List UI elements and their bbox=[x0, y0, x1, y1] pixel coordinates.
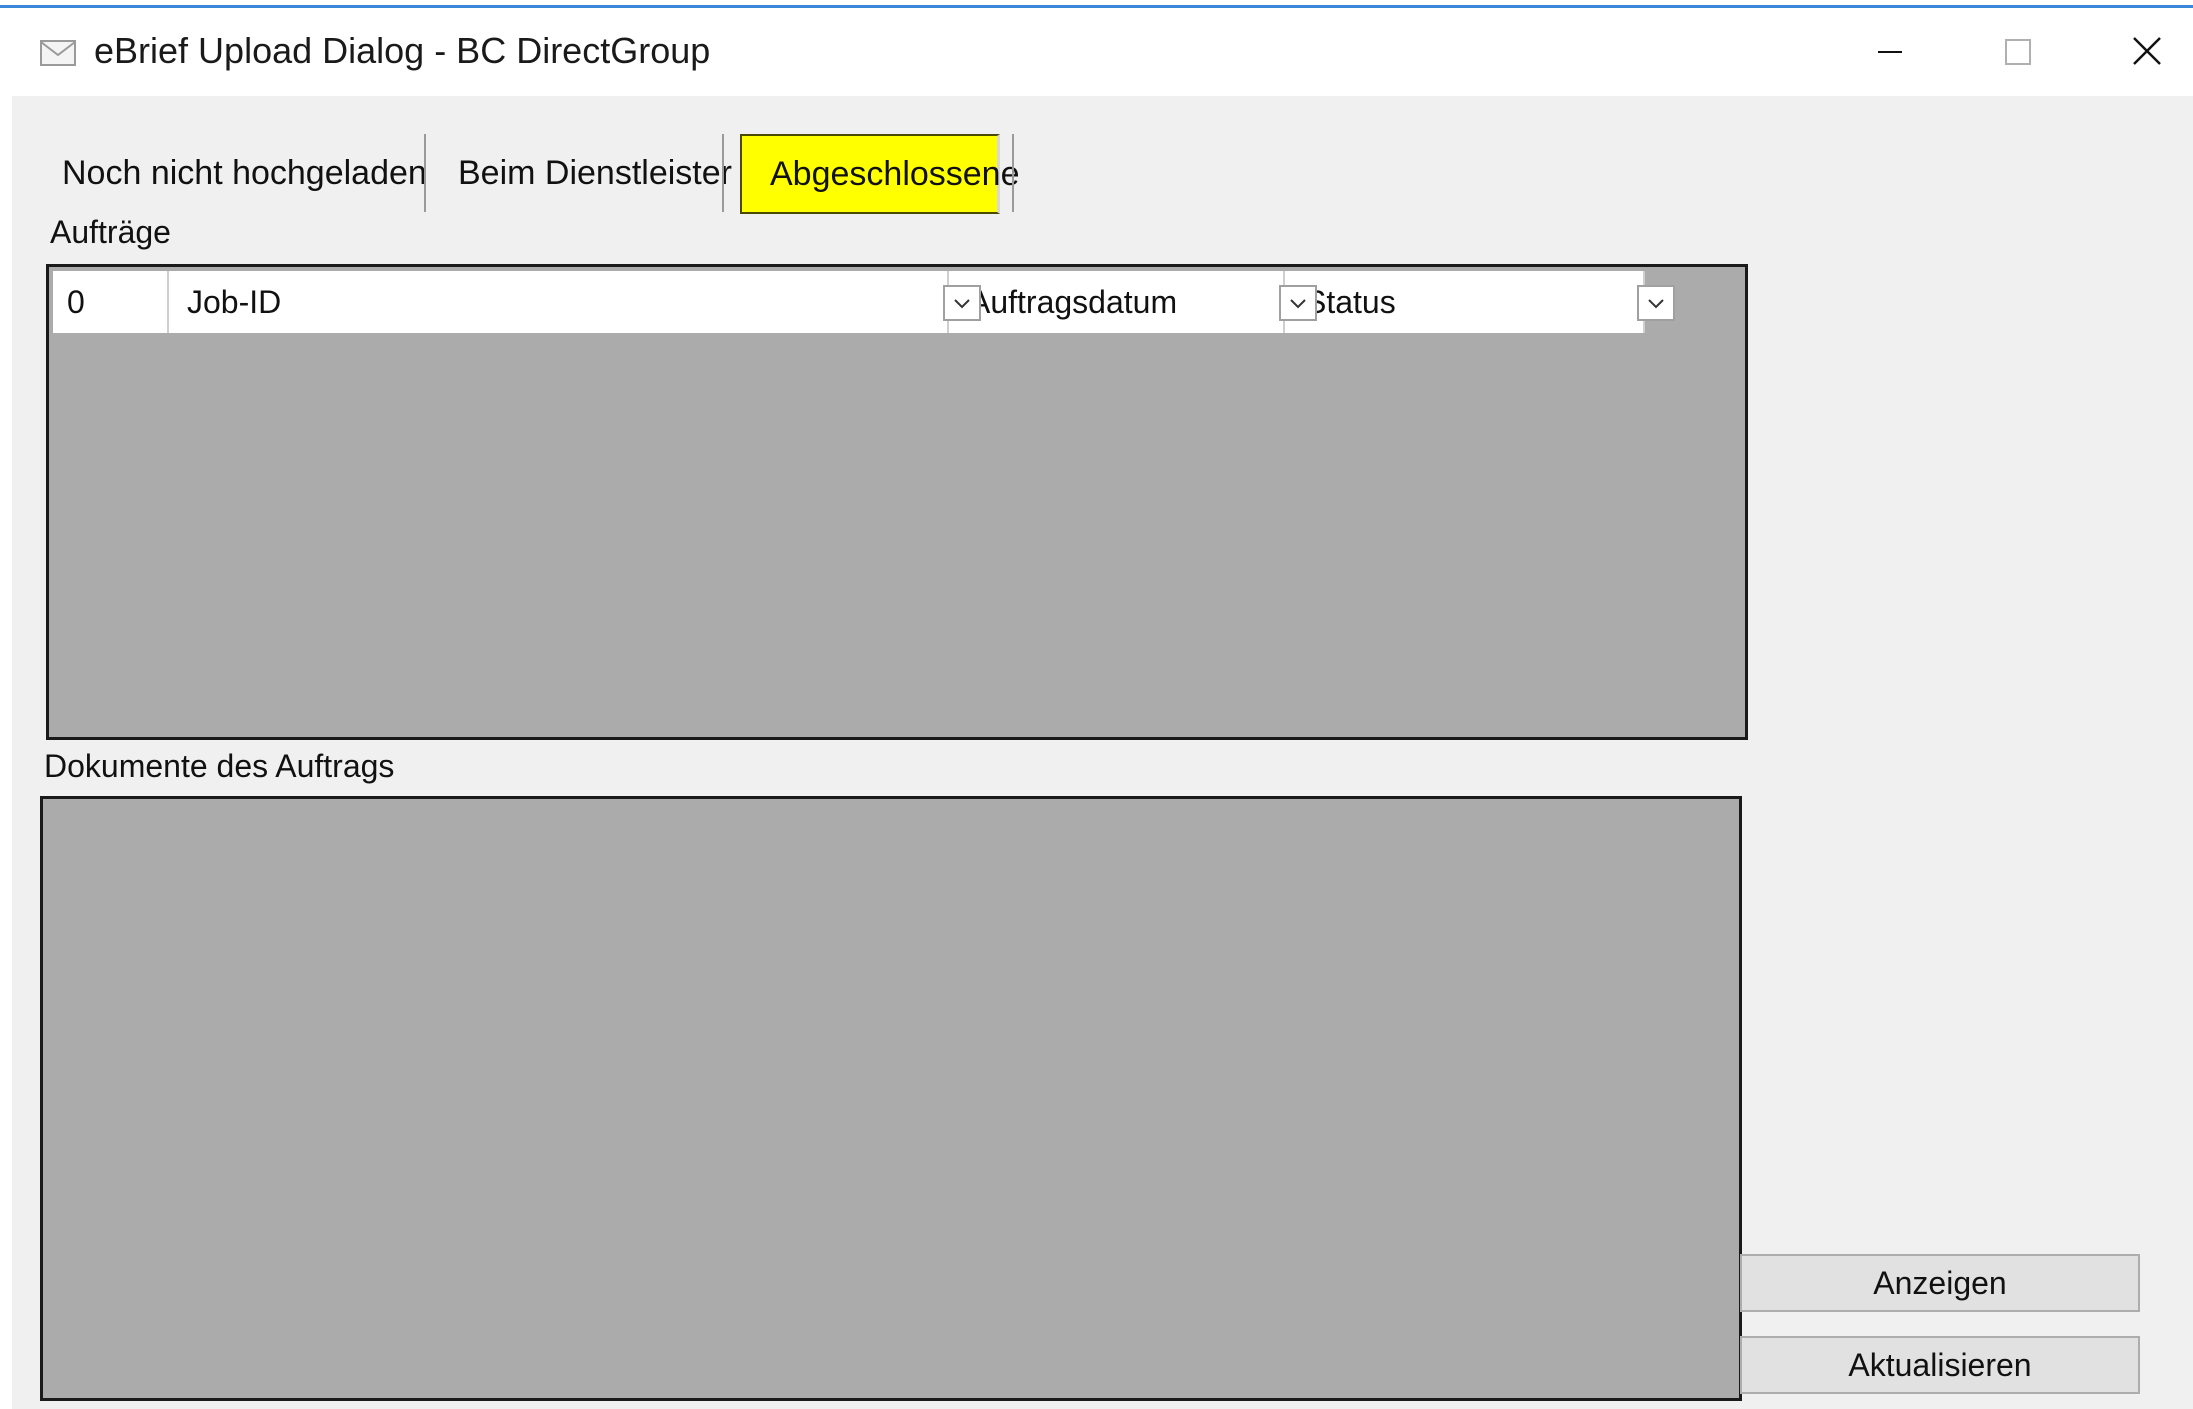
window-title: eBrief Upload Dialog - BC DirectGroup bbox=[94, 30, 711, 71]
tab-at-provider[interactable]: Beim Dienstleister bbox=[458, 138, 732, 208]
orders-grid-header: 0 Job-ID Auftragsdatum Status bbox=[53, 271, 1675, 333]
chevron-down-icon bbox=[1290, 299, 1306, 309]
chevron-down-icon bbox=[1648, 299, 1664, 309]
status-filter-dropdown[interactable] bbox=[1637, 285, 1675, 321]
show-button[interactable]: Anzeigen bbox=[1740, 1254, 2140, 1312]
documents-label: Dokumente des Auftrags bbox=[44, 748, 395, 784]
title-bar[interactable]: eBrief Upload Dialog - BC DirectGroup bbox=[0, 8, 2193, 96]
order-date-filter-dropdown[interactable] bbox=[1279, 285, 1317, 321]
refresh-button[interactable]: Aktualisieren bbox=[1740, 1336, 2140, 1394]
minimize-button[interactable] bbox=[1860, 22, 1920, 82]
tab-separator bbox=[1012, 134, 1014, 212]
column-header-status[interactable]: Status bbox=[1285, 271, 1645, 333]
column-header-order-date[interactable]: Auftragsdatum bbox=[949, 271, 1285, 333]
tab-completed[interactable]: Abgeschlossene bbox=[740, 134, 1020, 214]
column-header-index[interactable]: 0 bbox=[53, 271, 169, 333]
documents-grid[interactable] bbox=[40, 796, 1742, 1401]
window-top-accent bbox=[0, 0, 2193, 8]
close-icon bbox=[2133, 37, 2161, 65]
column-header-job-id[interactable]: Job-ID bbox=[169, 271, 949, 333]
tab-separator bbox=[722, 134, 724, 212]
orders-grid[interactable]: 0 Job-ID Auftragsdatum Status bbox=[46, 264, 1748, 740]
close-button[interactable] bbox=[2116, 22, 2176, 82]
dialog-client-area: Noch nicht hochgeladen Beim Dienstleiste… bbox=[12, 96, 2193, 1409]
tab-separator bbox=[424, 134, 426, 212]
maximize-icon bbox=[2005, 39, 2031, 65]
maximize-button[interactable] bbox=[1986, 22, 2046, 82]
dialog-window: eBrief Upload Dialog - BC DirectGroup No… bbox=[0, 0, 2193, 1409]
tab-not-uploaded[interactable]: Noch nicht hochgeladen bbox=[62, 138, 427, 208]
chevron-down-icon bbox=[954, 299, 970, 309]
job-id-filter-dropdown[interactable] bbox=[943, 285, 981, 321]
envelope-icon bbox=[40, 40, 76, 66]
minimize-icon bbox=[1878, 51, 1902, 53]
orders-label: Aufträge bbox=[50, 214, 171, 250]
